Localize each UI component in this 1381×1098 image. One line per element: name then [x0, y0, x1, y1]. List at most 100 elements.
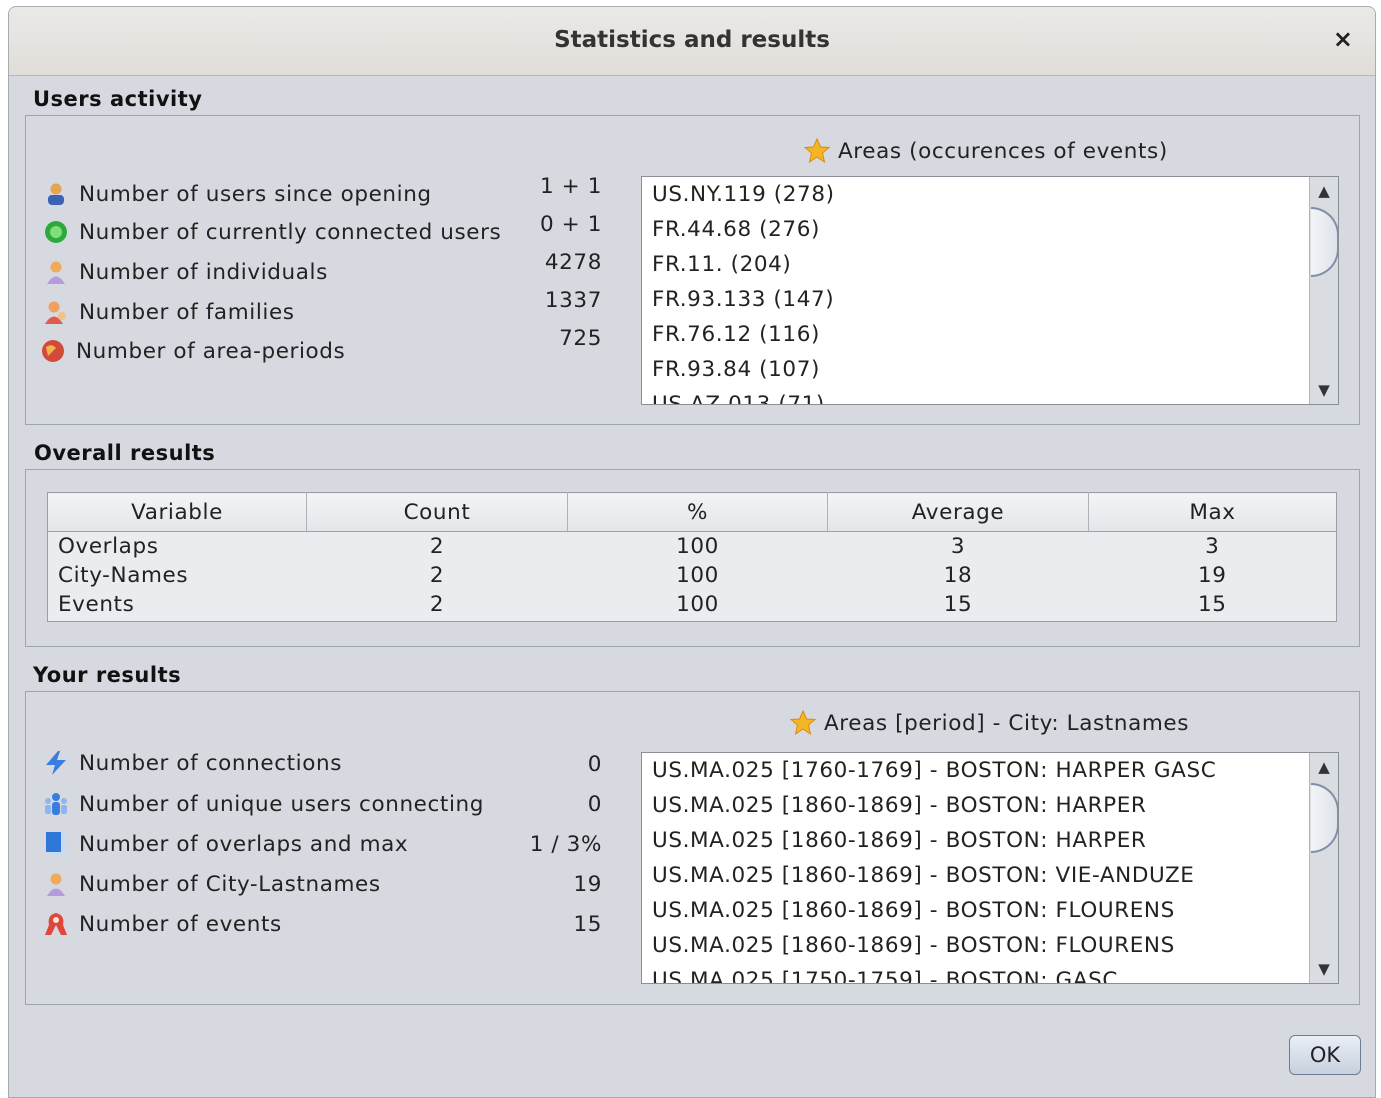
list-item[interactable]: US.MA.025 [1860-1869] - BOSTON: FLOURENS [642, 893, 1338, 928]
stat-value: 1337 [544, 288, 602, 313]
stat-label: Number of City-Lastnames [79, 871, 381, 897]
cell-max: 3 [1088, 531, 1337, 561]
scroll-up-arrow-icon[interactable]: ▲ [1310, 177, 1338, 205]
list-item[interactable]: FR.11. (204) [642, 247, 1338, 282]
list-item[interactable]: US.MA.025 [1860-1869] - BOSTON: FLOURENS [642, 928, 1338, 963]
areas-list-title: Areas (occurences of events) [804, 138, 1168, 164]
stat-individuals: Number of individuals [43, 257, 328, 287]
stat-label: Number of unique users connecting [79, 791, 485, 817]
stat-label: Number of families [79, 299, 295, 325]
cell-percent: 100 [567, 590, 828, 619]
overlap-icon [43, 831, 69, 857]
stat-label: Number of currently connected users [79, 219, 502, 245]
list-item[interactable]: FR.76.12 (116) [642, 317, 1338, 352]
stat-value: 1 + 1 [539, 174, 602, 199]
overall-results-heading: Overall results [34, 441, 216, 465]
scroll-down-arrow-icon[interactable]: ▼ [1310, 376, 1338, 404]
statistics-dialog: Statistics and results × Users activity … [8, 6, 1376, 1098]
scroll-down-arrow-icon[interactable]: ▼ [1310, 955, 1338, 983]
stat-label: Number of connections [79, 750, 343, 776]
table-row[interactable]: Events 2 100 15 15 [47, 590, 1337, 619]
cell-count: 2 [306, 531, 568, 561]
your-areas-list[interactable]: US.MA.025 [1760-1769] - BOSTON: HARPER G… [641, 752, 1339, 984]
areas-list-title-text: Areas (occurences of events) [838, 138, 1168, 164]
list-item[interactable]: US.MA.025 [1750-1759] - BOSTON: GASC [642, 963, 1338, 983]
star-icon [790, 710, 816, 736]
column-header-percent[interactable]: % [567, 492, 828, 532]
areas-list-scrollbar[interactable]: ▲ ▼ [1309, 177, 1338, 404]
users-group-icon [43, 791, 69, 817]
stat-area-periods: Number of area-periods [40, 336, 345, 366]
connected-status-icon [43, 219, 69, 245]
column-header-count[interactable]: Count [306, 492, 568, 532]
stat-label: Number of overlaps and max [79, 831, 409, 857]
scroll-up-arrow-icon[interactable]: ▲ [1310, 753, 1338, 781]
your-areas-list-title-text: Areas [period] - City: Lastnames [824, 710, 1190, 736]
scrollbar-thumb[interactable] [1311, 783, 1338, 853]
areas-occurrences-list[interactable]: US.NY.119 (278) FR.44.68 (276) FR.11. (2… [641, 176, 1339, 405]
stat-value: 1 / 3% [529, 832, 602, 857]
users-activity-panel: Number of users since opening 1 + 1 Numb… [25, 115, 1360, 425]
table-padding-row [47, 619, 1337, 622]
stat-value: 15 [573, 912, 602, 937]
stat-users-since-opening: Number of users since opening [43, 179, 432, 209]
your-areas-list-items: US.MA.025 [1760-1769] - BOSTON: HARPER G… [642, 753, 1338, 983]
stat-connections: Number of connections [43, 748, 342, 778]
close-button[interactable]: × [1333, 25, 1353, 53]
stat-families: Number of families [43, 297, 295, 327]
cell-variable: City-Names [47, 561, 307, 590]
your-areas-list-title: Areas [period] - City: Lastnames [790, 710, 1189, 736]
list-item[interactable]: US.MA.025 [1860-1869] - BOSTON: HARPER [642, 788, 1338, 823]
stat-value: 0 [587, 752, 602, 777]
list-item[interactable]: US.MA.025 [1860-1869] - BOSTON: HARPER [642, 823, 1338, 858]
stat-value: 19 [573, 872, 602, 897]
stat-value: 725 [559, 326, 602, 351]
cell-percent: 100 [567, 531, 828, 561]
list-item[interactable]: US.MA.025 [1760-1769] - BOSTON: HARPER G… [642, 753, 1338, 788]
ok-button[interactable]: OK [1289, 1035, 1361, 1075]
overall-results-table: Variable Count % Average Max Overlaps 2 … [47, 492, 1337, 622]
stat-city-lastnames: Number of City-Lastnames [43, 869, 381, 899]
column-header-max[interactable]: Max [1088, 492, 1337, 532]
list-item[interactable]: US.MA.025 [1860-1869] - BOSTON: VIE-ANDU… [642, 858, 1338, 893]
stat-label: Number of users since opening [79, 181, 432, 207]
column-header-variable[interactable]: Variable [47, 492, 307, 532]
cell-count: 2 [306, 561, 568, 590]
list-item[interactable]: US.AZ.013 (71) [642, 387, 1338, 404]
table-row[interactable]: City-Names 2 100 18 19 [47, 561, 1337, 590]
stat-events: Number of events [43, 909, 282, 939]
cell-variable: Events [47, 590, 307, 619]
stat-label: Number of individuals [79, 259, 328, 285]
event-icon [43, 911, 69, 937]
stat-value: 0 [587, 792, 602, 817]
stat-value: 0 + 1 [539, 212, 602, 237]
cell-percent: 100 [567, 561, 828, 590]
cell-average: 15 [827, 590, 1089, 619]
cell-count: 2 [306, 590, 568, 619]
list-item[interactable]: FR.93.133 (147) [642, 282, 1338, 317]
cell-max: 19 [1088, 561, 1337, 590]
your-areas-list-scrollbar[interactable]: ▲ ▼ [1309, 753, 1338, 983]
dialog-title: Statistics and results [554, 27, 830, 53]
your-results-heading: Your results [33, 663, 182, 687]
individual-icon [43, 259, 69, 285]
users-activity-heading: Users activity [33, 87, 203, 111]
cell-average: 18 [827, 561, 1089, 590]
lightning-icon [43, 750, 69, 776]
table-row[interactable]: Overlaps 2 100 3 3 [47, 531, 1337, 561]
areas-list-items: US.NY.119 (278) FR.44.68 (276) FR.11. (2… [642, 177, 1338, 404]
stat-unique-users: Number of unique users connecting [43, 789, 484, 819]
individual-icon [43, 871, 69, 897]
stat-connected-users: Number of currently connected users [43, 217, 501, 247]
your-results-panel: Number of connections 0 Number of unique… [25, 691, 1360, 1005]
list-item[interactable]: FR.44.68 (276) [642, 212, 1338, 247]
stat-value: 4278 [544, 250, 602, 275]
user-icon [43, 181, 69, 207]
stat-label: Number of events [79, 911, 282, 937]
title-bar[interactable]: Statistics and results × [9, 7, 1375, 76]
scrollbar-thumb[interactable] [1311, 207, 1338, 277]
column-header-average[interactable]: Average [827, 492, 1089, 532]
cell-variable: Overlaps [47, 531, 307, 561]
list-item[interactable]: US.NY.119 (278) [642, 177, 1338, 212]
list-item[interactable]: FR.93.84 (107) [642, 352, 1338, 387]
